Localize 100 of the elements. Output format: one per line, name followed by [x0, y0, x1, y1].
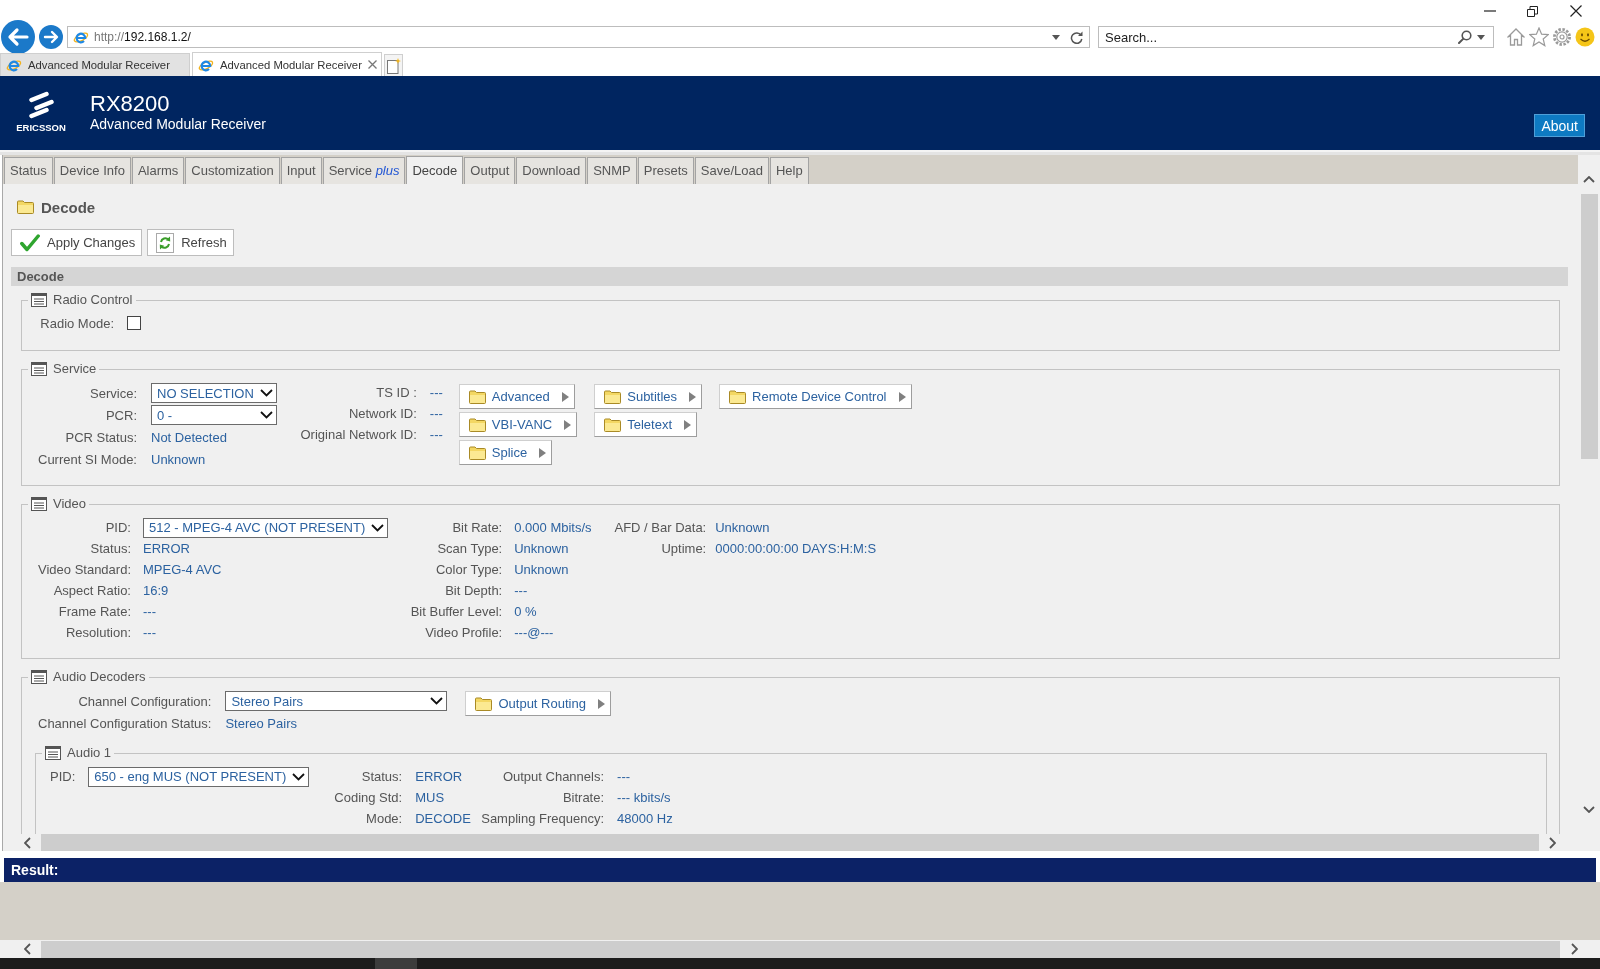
field-label: Video Profile:	[425, 625, 503, 640]
group-label: Service	[53, 361, 97, 377]
nav-tab[interactable]: Output	[464, 157, 516, 184]
caret-down-icon[interactable]	[1052, 34, 1060, 40]
field-value: Stereo Pairs	[225, 715, 297, 731]
triangle-right-icon	[539, 447, 547, 458]
link-button[interactable]: Advanced	[458, 384, 575, 409]
nav-tab[interactable]: Help	[769, 157, 809, 184]
apply-button[interactable]: Apply Changes	[11, 229, 143, 256]
field-label: PID:	[50, 769, 76, 784]
nav-tab[interactable]: SNMP	[587, 157, 637, 184]
field-label: Resolution:	[65, 625, 131, 640]
new-tab-button[interactable]	[384, 54, 403, 76]
chevron-down-icon[interactable]	[1583, 806, 1595, 813]
browser-logo-icon	[6, 57, 22, 73]
search-box[interactable]: Search...	[1098, 26, 1494, 48]
field-value: ERROR	[143, 541, 190, 556]
field-value: --- kbits/s	[617, 790, 671, 805]
result-bar: Result:	[4, 858, 1596, 882]
field-value: Unknown	[715, 520, 770, 535]
nav-tab[interactable]: Alarms	[131, 157, 185, 184]
field-label: Uptime:	[661, 541, 707, 556]
triangle-right-icon	[898, 391, 906, 402]
caret-down-icon[interactable]	[1477, 34, 1485, 40]
field-value: Unknown	[514, 562, 569, 577]
chevron-up-icon[interactable]	[1583, 176, 1595, 183]
search-icon[interactable]	[1458, 30, 1472, 44]
refresh-icon	[156, 232, 175, 253]
nav-tab[interactable]: Device Info	[53, 157, 131, 184]
link-button[interactable]: Splice	[458, 440, 553, 465]
link-button[interactable]: VBI-VANC	[458, 412, 578, 437]
nav-tab[interactable]: Input	[280, 157, 322, 184]
chevron-right-icon[interactable]	[1571, 943, 1578, 955]
chevron-left-icon[interactable]	[24, 836, 31, 849]
star-icon[interactable]	[1529, 27, 1549, 47]
field-value: ---	[143, 625, 156, 640]
chevron-right-icon[interactable]	[1549, 836, 1556, 849]
field-value: DECODE	[415, 811, 471, 826]
settings-icon[interactable]	[1552, 27, 1572, 47]
close-icon[interactable]	[1570, 5, 1582, 17]
field-value: ERROR	[415, 769, 463, 784]
folder-icon	[468, 417, 486, 432]
product-subtitle: Advanced Modular Receiver	[90, 116, 266, 133]
chevron-down-icon	[292, 772, 306, 781]
browser-tab[interactable]: Advanced Modular Receiver	[0, 53, 190, 76]
checkmark-icon	[20, 233, 40, 252]
nav-tab[interactable]: Presets	[637, 157, 694, 184]
chevron-down-icon	[371, 523, 385, 532]
search-input[interactable]: Search...	[1105, 28, 1458, 46]
field-label: Service:	[90, 385, 137, 401]
scrollbar-thumb[interactable]	[1580, 194, 1598, 459]
field-label: Scan Type:	[437, 541, 503, 556]
field-label: PCR Status:	[65, 429, 137, 445]
nav-tab[interactable]: Decode	[406, 156, 464, 184]
field-label: AFD / Bar Data:	[614, 520, 707, 535]
field-value: ---	[429, 385, 443, 400]
browser-tab[interactable]: Advanced Modular Receiver	[192, 52, 382, 76]
home-icon[interactable]	[1506, 27, 1526, 47]
field-value: Unknown	[514, 541, 569, 556]
chevron-down-icon	[259, 389, 273, 397]
reload-icon[interactable]	[1070, 30, 1083, 44]
restore-icon[interactable]	[1527, 5, 1538, 17]
browser-logo-icon	[73, 29, 89, 45]
about-button[interactable]: About	[1534, 114, 1585, 137]
dropdown[interactable]: Stereo Pairs	[225, 691, 448, 711]
link-button[interactable]: Teletext	[594, 412, 698, 437]
group-label: Audio Decoders	[53, 669, 146, 685]
field-value: 0.000 Mbits/s	[514, 520, 592, 535]
nav-tab[interactable]: Service plus	[322, 157, 406, 184]
smiley-icon[interactable]	[1575, 27, 1595, 47]
address-bar[interactable]: http://192.168.1.2/	[67, 26, 1090, 48]
chevron-left-icon[interactable]	[24, 943, 31, 955]
folder-icon	[729, 389, 747, 404]
field-value: ---	[429, 406, 443, 421]
link-button[interactable]: Subtitles	[594, 384, 703, 409]
link-button[interactable]: Remote Device Control	[719, 384, 912, 409]
logo-text: ERICSSON	[16, 123, 66, 133]
dropdown[interactable]: 0 -	[151, 405, 277, 425]
triangle-right-icon	[684, 419, 692, 430]
nav-tab[interactable]: Status	[4, 157, 53, 184]
list-icon	[31, 670, 47, 684]
nav-tab[interactable]: Save/Load	[694, 157, 769, 184]
field-label: Video Standard:	[38, 562, 131, 577]
field-value: ---	[617, 769, 631, 784]
chevron-down-icon	[430, 697, 444, 705]
dropdown[interactable]: 512 - MPEG-4 AVC (NOT PRESENT)	[143, 517, 389, 538]
group-label: Audio 1	[67, 745, 112, 761]
nav-tab[interactable]: Download	[516, 157, 587, 184]
folder-icon	[475, 696, 493, 711]
nav-tab[interactable]: Customization	[185, 157, 280, 184]
link-button[interactable]: Output Routing	[465, 691, 611, 716]
list-icon	[31, 362, 47, 376]
dropdown[interactable]: 650 - eng MUS (NOT PRESENT)	[88, 766, 310, 787]
refresh-button[interactable]: Refresh	[147, 229, 234, 256]
folder-icon	[468, 389, 486, 404]
checkbox[interactable]	[127, 316, 141, 330]
field-label: Original Network ID:	[300, 427, 417, 442]
field-label: Aspect Ratio:	[53, 583, 131, 598]
field-value: MUS	[415, 790, 445, 805]
dropdown[interactable]: NO SELECTION	[151, 383, 277, 403]
